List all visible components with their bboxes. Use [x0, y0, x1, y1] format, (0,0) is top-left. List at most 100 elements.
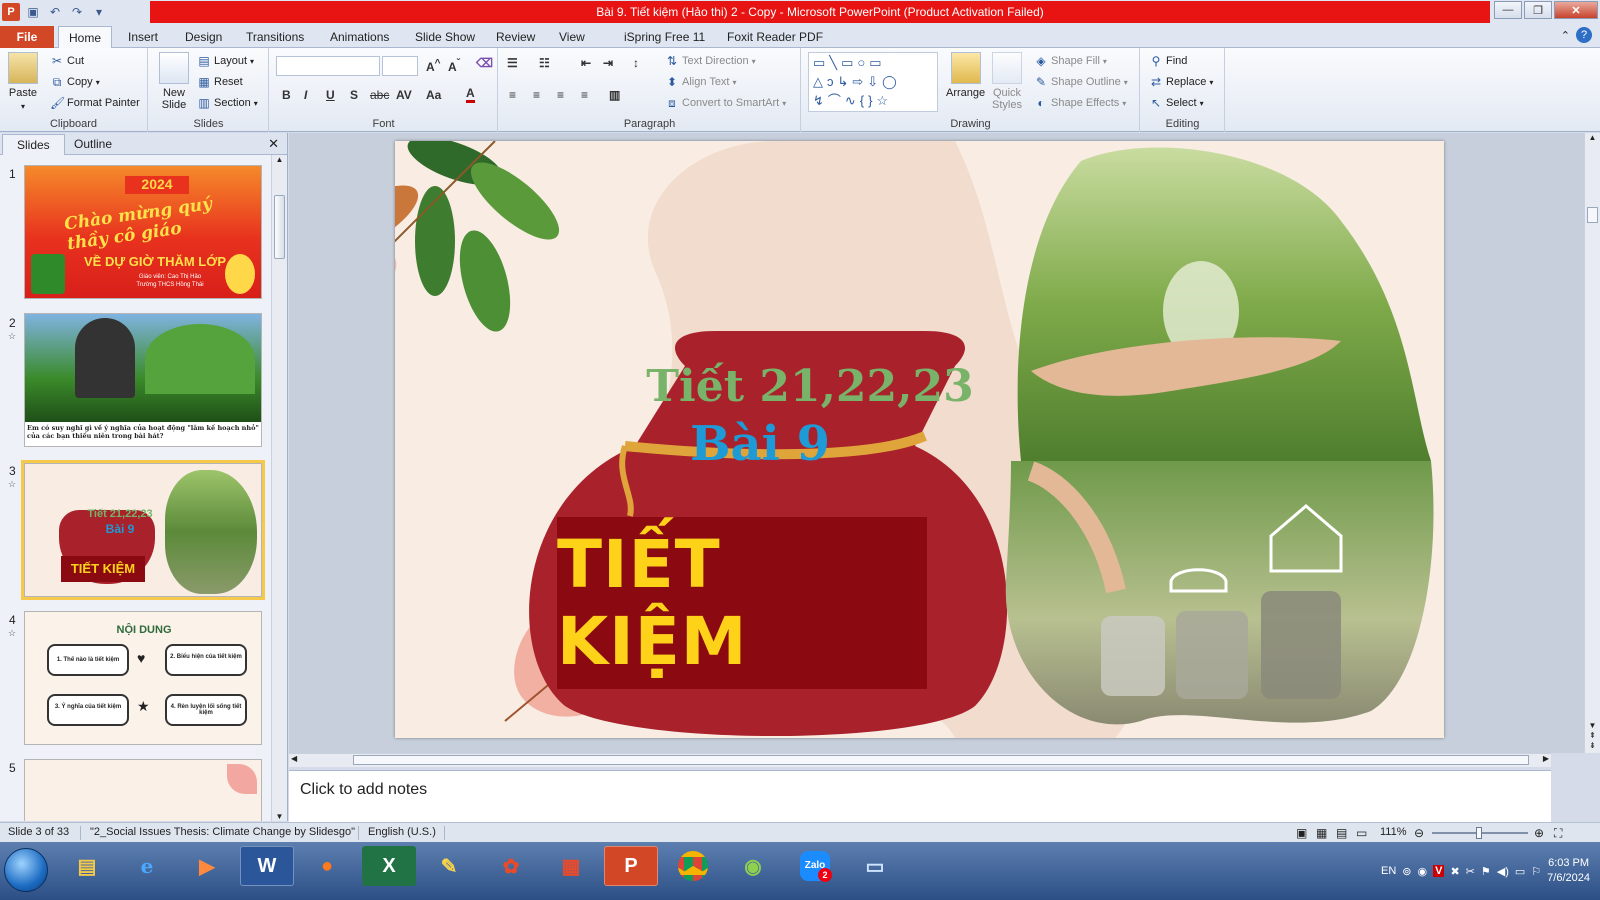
slide-thumbnail-1[interactable]: 2024 Chào mừng quý thầy cô giáo VỀ DỰ GI…	[24, 165, 262, 299]
font-color-icon[interactable]: A	[466, 86, 475, 103]
action-center-icon[interactable]: ⚐	[1531, 865, 1541, 878]
slides-pane-scroll-thumb[interactable]	[274, 195, 285, 259]
shape-effects-button[interactable]: ◐ Shape Effects ▾	[1034, 96, 1126, 110]
tray-icon-2[interactable]: ◉	[1418, 865, 1428, 878]
minimize-ribbon-icon[interactable]: ⌃	[1561, 29, 1570, 42]
internet-explorer-icon[interactable]: e	[120, 846, 174, 886]
volume-icon[interactable]: ◀)	[1497, 865, 1509, 878]
shrink-font-icon[interactable]: Aˇ	[448, 58, 460, 74]
new-slide-button[interactable]: New Slide	[157, 52, 191, 111]
tab-view[interactable]: View	[549, 26, 595, 48]
media-player-icon[interactable]: ▶	[180, 846, 234, 886]
firefox-icon[interactable]: ●	[300, 846, 354, 886]
zoom-in-icon[interactable]: ⊕	[1534, 826, 1544, 840]
bold-icon[interactable]: B	[282, 88, 291, 102]
undo-icon[interactable]: ↶	[46, 3, 64, 21]
powerpoint-taskbar-icon[interactable]: P	[604, 846, 658, 886]
tab-outline[interactable]: Outline	[60, 134, 126, 155]
tab-home[interactable]: Home	[58, 26, 113, 48]
format-painter-button[interactable]: 🖌 Format Painter	[50, 96, 140, 110]
excel-taskbar-icon[interactable]: X	[362, 846, 416, 886]
align-left-icon[interactable]: ≡	[509, 88, 516, 102]
tab-animations[interactable]: Animations	[320, 26, 399, 48]
slide-line1-text[interactable]: Tiết 21,22,23	[595, 361, 1025, 412]
clock[interactable]: 6:03 PM 7/6/2024	[1547, 856, 1590, 886]
change-case-icon[interactable]: Aa	[426, 88, 441, 102]
theme-name-status[interactable]: "2_Social Issues Thesis: Climate Change …	[90, 826, 355, 838]
underline-icon[interactable]: U	[326, 88, 335, 102]
shape-fill-button[interactable]: ◈ Shape Fill ▾	[1034, 54, 1107, 68]
close-button[interactable]: ✕	[1554, 1, 1598, 19]
section-button[interactable]: ▥ Section ▾	[197, 96, 257, 110]
columns-icon[interactable]: ▥	[609, 88, 620, 102]
paint-icon[interactable]: ✎	[422, 846, 476, 886]
powerpoint-logo-icon[interactable]: P	[2, 3, 20, 21]
reset-button[interactable]: ▦ Reset	[197, 75, 242, 89]
foxit-icon[interactable]: ✿	[484, 846, 538, 886]
remote-desktop-icon[interactable]: ▭	[848, 846, 902, 886]
align-text-button[interactable]: ⬍ Align Text ▾	[665, 75, 737, 89]
slide-sorter-view-icon[interactable]: ▦	[1316, 826, 1327, 840]
cut-button[interactable]: ✂ Cut	[50, 54, 84, 68]
grow-font-icon[interactable]: A^	[426, 58, 441, 74]
replace-button[interactable]: ⇄ Replace ▾	[1149, 75, 1213, 89]
shapes-gallery[interactable]: ▭╲▭○▭ △ↄ↳⇨⇩◯ ↯⌒∿{}☆	[808, 52, 938, 112]
shape-outline-button[interactable]: ✎ Shape Outline ▾	[1034, 75, 1128, 89]
bullets-icon[interactable]: ☰	[507, 56, 518, 70]
shadow-icon[interactable]: S	[350, 88, 358, 102]
zoom-slider-thumb[interactable]	[1476, 827, 1482, 839]
horizontal-scroll-thumb[interactable]	[353, 755, 1529, 765]
slide-line2-text[interactable]: Bài 9	[595, 416, 925, 472]
tab-slide-show[interactable]: Slide Show	[405, 26, 485, 48]
slide-thumbnail-5[interactable]	[24, 759, 262, 821]
help-icon[interactable]: ?	[1576, 27, 1592, 43]
zoom-out-icon[interactable]: ⊖	[1414, 826, 1424, 840]
font-name-combo[interactable]	[276, 56, 380, 76]
paste-button[interactable]: Paste ▾	[8, 52, 38, 111]
align-center-icon[interactable]: ≡	[533, 88, 540, 102]
increase-indent-icon[interactable]: ⇥	[603, 56, 613, 70]
scroll-up-icon[interactable]: ▲	[1585, 133, 1600, 142]
slide-thumbnail-3[interactable]: Tiết 21,22,23 Bài 9 TIẾT KIỆM	[21, 460, 265, 600]
convert-smartart-button[interactable]: ⧈ Convert to SmartArt ▾	[665, 96, 786, 110]
file-explorer-icon[interactable]: ▤	[60, 846, 114, 886]
align-right-icon[interactable]: ≡	[557, 88, 564, 102]
slide-thumbnail-4[interactable]: NỘI DUNG 1. Thế nào là tiết kiệm 2. Biểu…	[24, 611, 262, 745]
slide-horizontal-scrollbar[interactable]: ◀ ▶	[289, 753, 1551, 767]
tab-slides[interactable]: Slides	[2, 134, 65, 155]
prev-next-slide-icon[interactable]: ▼ ⇞ ⇟	[1585, 721, 1600, 751]
vertical-scroll-thumb[interactable]	[1587, 207, 1598, 223]
display-icon[interactable]: ▭	[1515, 865, 1525, 878]
scroll-right-icon[interactable]: ▶	[1543, 754, 1549, 763]
find-button[interactable]: ⚲ Find	[1149, 54, 1188, 68]
ispring-icon[interactable]: ▦	[544, 846, 598, 886]
start-button[interactable]	[4, 848, 48, 892]
input-language[interactable]: EN	[1381, 865, 1396, 877]
chrome-icon[interactable]	[666, 846, 720, 886]
redo-icon[interactable]: ↷	[68, 3, 86, 21]
slide-title-box[interactable]: TIẾT KIỆM	[557, 517, 927, 689]
tab-foxit[interactable]: Foxit Reader PDF	[717, 26, 833, 48]
copy-button[interactable]: ⧉ Copy ▾	[50, 75, 100, 89]
tab-file[interactable]: File	[0, 26, 54, 48]
notes-pane[interactable]: Click to add notes	[289, 770, 1551, 822]
text-direction-button[interactable]: ⇅ Text Direction ▾	[665, 54, 756, 68]
coccoc-icon[interactable]: ◉	[726, 846, 780, 886]
flag-icon[interactable]: ⚑	[1481, 865, 1491, 878]
tools-icon[interactable]: ✂	[1466, 865, 1475, 878]
network-error-icon[interactable]: ✖	[1450, 865, 1459, 878]
tab-insert[interactable]: Insert	[118, 26, 168, 48]
scroll-up-icon[interactable]: ▲	[272, 155, 287, 164]
reading-view-icon[interactable]: ▤	[1336, 826, 1347, 840]
scroll-left-icon[interactable]: ◀	[291, 754, 297, 763]
strikethrough-icon[interactable]: abc	[370, 88, 389, 102]
tab-design[interactable]: Design	[175, 26, 232, 48]
slide-vertical-scrollbar[interactable]: ▲ ▼ ⇞ ⇟	[1584, 133, 1600, 753]
quick-styles-button[interactable]: Quick Styles	[990, 52, 1024, 111]
fit-to-window-icon[interactable]: ⛶	[1554, 826, 1562, 841]
slide-canvas[interactable]: Tiết 21,22,23 Bài 9 TIẾT KIỆM	[395, 141, 1444, 738]
arrange-button[interactable]: Arrange	[946, 52, 985, 99]
scroll-down-icon[interactable]: ▼	[272, 812, 287, 821]
customize-qat-icon[interactable]: ▾	[90, 3, 108, 21]
photo-collage[interactable]	[991, 141, 1444, 738]
